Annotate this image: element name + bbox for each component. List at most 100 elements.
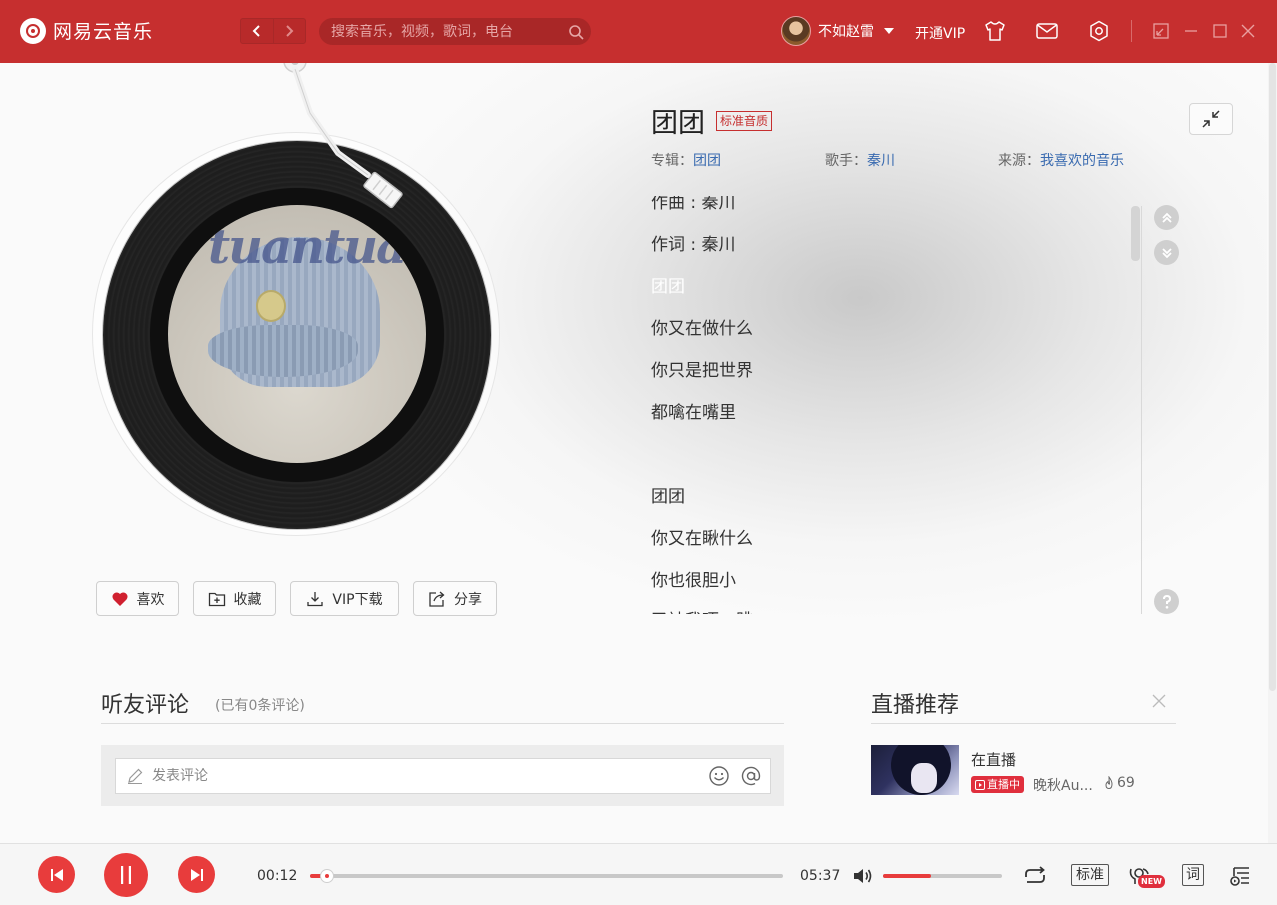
close-icon[interactable] [1236, 19, 1260, 43]
pause-button[interactable] [104, 853, 148, 897]
user-name[interactable]: 不如赵雷 [818, 21, 874, 41]
share-icon [429, 591, 445, 607]
open-vip-link[interactable]: 开通VIP [915, 23, 965, 43]
next-button[interactable] [178, 856, 215, 893]
search-box [319, 18, 591, 45]
avatar[interactable] [781, 16, 811, 46]
previous-icon [50, 868, 63, 881]
close-icon[interactable] [1150, 692, 1168, 710]
pen-icon [128, 768, 143, 784]
live-hot-count: 69 [1103, 775, 1135, 791]
share-button[interactable]: 分享 [413, 581, 497, 616]
artist-label: 歌手： [825, 153, 867, 169]
artist-meta: 歌手：秦川 [825, 150, 895, 170]
double-chevron-down-icon [1161, 247, 1172, 258]
volume-slider[interactable] [883, 874, 1002, 878]
lyrics-scrollbar[interactable] [1131, 206, 1140, 261]
playlist-icon[interactable] [1226, 862, 1254, 890]
live-badge-label: 直播中 [987, 778, 1020, 791]
lyric-line: 团团 [651, 487, 685, 507]
back-button[interactable] [241, 19, 273, 43]
progress-knob[interactable] [320, 869, 335, 883]
lyric-line: 都噙在嘴里 [651, 403, 736, 423]
volume-fill [883, 874, 931, 878]
source-link[interactable]: 我喜欢的音乐 [1040, 153, 1124, 169]
minimize-icon[interactable] [1179, 19, 1203, 43]
play-icon [975, 779, 985, 790]
comments-divider [101, 723, 784, 724]
player-bar: 00:12 05:37 标准 NEW 词 [0, 843, 1277, 905]
question-icon [1162, 594, 1171, 609]
comments-title: 听友评论 [101, 693, 190, 718]
collect-label: 收藏 [233, 591, 262, 608]
quality-button[interactable]: 标准 [1071, 864, 1109, 886]
collect-button[interactable]: 收藏 [193, 581, 276, 616]
search-icon[interactable] [561, 18, 591, 45]
live-anchor-name[interactable]: 晚秋Au... [1033, 775, 1093, 795]
comment-box [101, 745, 784, 806]
album-meta: 专辑：团团 [651, 150, 721, 170]
like-button[interactable]: 喜欢 [96, 581, 179, 616]
flame-icon [1105, 776, 1113, 790]
quality-tag[interactable]: 标准音质 [716, 111, 773, 131]
mini-mode-icon[interactable] [1149, 19, 1173, 43]
like-label: 喜欢 [136, 591, 165, 608]
download-icon [307, 591, 324, 606]
cover-cap-brim [208, 325, 358, 377]
lyrics-scroll-up-button[interactable] [1154, 205, 1179, 230]
live-item-name[interactable]: 在直播 [971, 749, 1016, 770]
live-status-badge: 直播中 [971, 776, 1024, 793]
tonearm [283, 63, 403, 209]
previous-button[interactable] [38, 856, 75, 893]
history-nav [240, 18, 306, 44]
smile-icon[interactable] [706, 763, 732, 789]
heart-icon [111, 591, 128, 606]
artist-link[interactable]: 秦川 [867, 153, 895, 169]
lyrics-scroll-down-button[interactable] [1154, 240, 1179, 265]
page-scrollbar-thumb[interactable] [1269, 63, 1276, 691]
page-scrollbar[interactable] [1268, 63, 1277, 843]
tshirt-icon[interactable] [983, 19, 1007, 43]
mail-icon[interactable] [1035, 19, 1059, 43]
album-cover: tuantuan [168, 205, 426, 463]
live-thumbnail[interactable] [871, 745, 959, 795]
total-time: 05:37 [800, 868, 841, 884]
comment-input[interactable] [152, 768, 706, 784]
lyric-line: 你也很胆小 [651, 571, 736, 591]
live-title: 直播推荐 [871, 693, 960, 718]
lyric-line: 作词 : 秦川 [651, 235, 736, 255]
next-icon [190, 868, 203, 881]
source-meta: 来源：我喜欢的音乐 [998, 150, 1124, 170]
lyric-line: 你只是把世界 [651, 361, 753, 381]
source-label: 来源： [998, 153, 1040, 169]
lyric-line: 又被我吓一跳 [651, 606, 753, 614]
lyric-line-active: 团团 [651, 277, 685, 297]
caret-down-icon[interactable] [884, 28, 894, 34]
chevron-left-icon [252, 25, 260, 37]
forward-button[interactable] [272, 19, 305, 43]
user-menu[interactable]: 不如赵雷 [781, 16, 894, 46]
progress-bar[interactable] [310, 869, 783, 883]
vip-download-button[interactable]: VIP下载 [290, 581, 399, 616]
share-label: 分享 [454, 591, 482, 608]
volume-icon[interactable] [849, 862, 877, 890]
app-logo[interactable]: 网易云音乐 [20, 17, 153, 44]
lyrics-scroll-track [1141, 206, 1142, 614]
title-bar: 网易云音乐 不如赵雷 开通VIP [0, 0, 1277, 63]
app-name: 网易云音乐 [53, 21, 154, 43]
shrink-button[interactable] [1189, 103, 1233, 135]
repeat-icon[interactable] [1021, 862, 1049, 890]
gear-icon[interactable] [1087, 19, 1111, 43]
help-button[interactable] [1154, 589, 1179, 614]
live-hot-value: 69 [1117, 775, 1135, 791]
at-icon[interactable] [738, 763, 764, 789]
desktop-lyric-button[interactable]: 词 [1182, 864, 1204, 886]
search-input[interactable] [331, 23, 561, 40]
lyrics-panel[interactable]: 作曲 : 秦川 作词 : 秦川 团团 你又在做什么 你只是把世界 都噙在嘴里 团… [651, 196, 1131, 614]
album-link[interactable]: 团团 [693, 153, 721, 169]
current-time: 00:12 [257, 868, 298, 884]
maximize-icon[interactable] [1208, 19, 1232, 43]
album-label: 专辑： [651, 153, 693, 169]
song-title: 团团 [651, 108, 705, 139]
double-chevron-up-icon [1161, 212, 1172, 223]
